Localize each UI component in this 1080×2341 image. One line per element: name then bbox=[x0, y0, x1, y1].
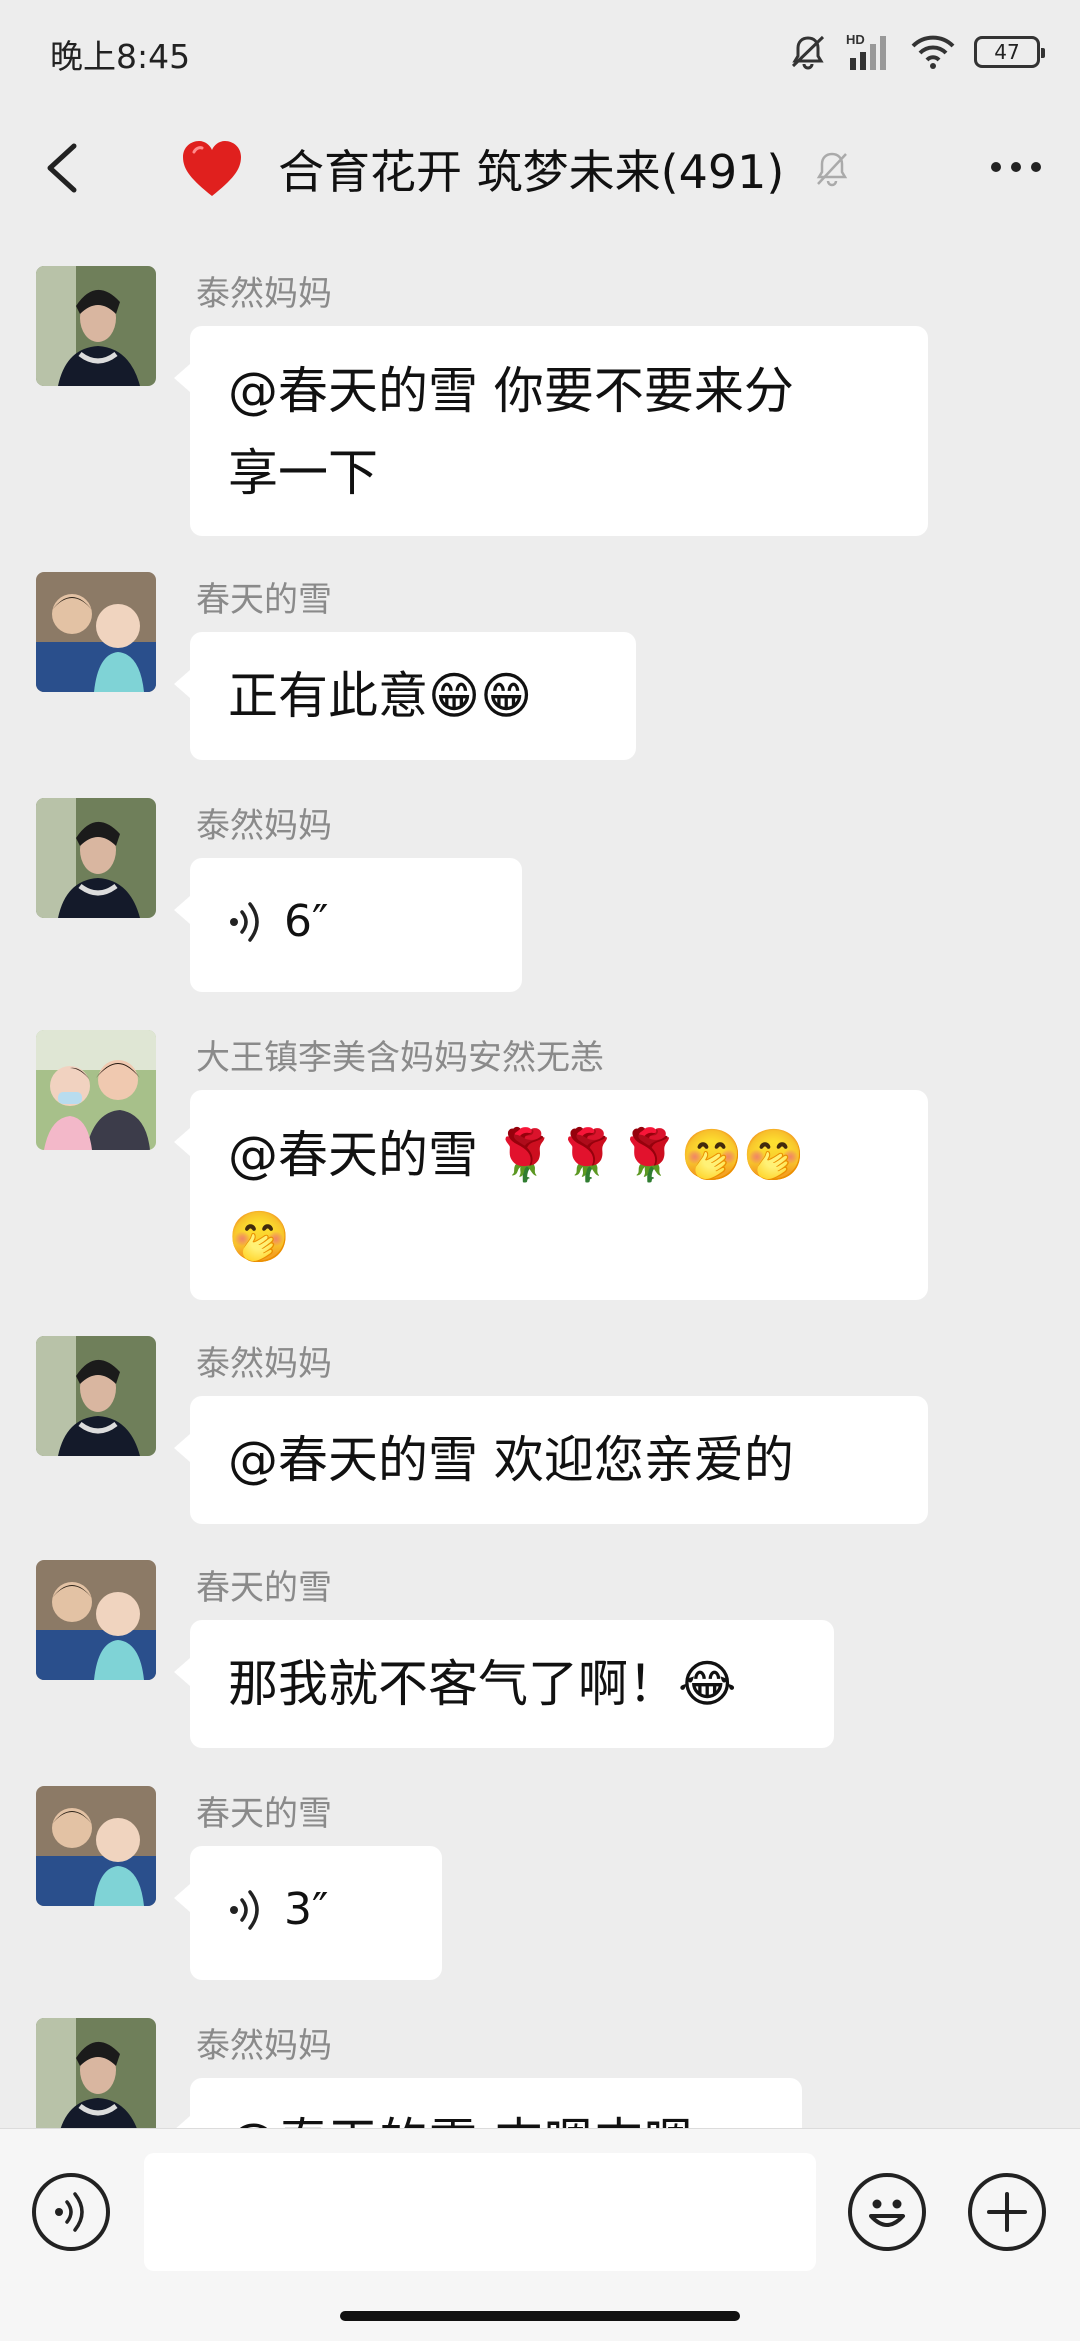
silent-mode-icon bbox=[791, 35, 825, 70]
signal-icon: HD bbox=[846, 32, 886, 70]
mother-child-avatar-image bbox=[36, 1030, 156, 1150]
kids-avatar-image bbox=[36, 572, 156, 692]
avatar[interactable] bbox=[36, 1336, 156, 1456]
message-text-line: 🤭 bbox=[228, 1208, 291, 1266]
chat-header: 合育花开 筑梦未来(491) bbox=[0, 100, 1080, 238]
kids-avatar-image bbox=[36, 1786, 156, 1906]
sender-name: 泰然妈妈 bbox=[196, 2026, 332, 2066]
woman-avatar-image bbox=[36, 1336, 156, 1456]
emoji-icon bbox=[869, 2199, 905, 2227]
voice-input-button[interactable] bbox=[32, 2173, 110, 2251]
woman-avatar-image bbox=[36, 2018, 156, 2138]
voice-duration: 6″ bbox=[284, 896, 329, 947]
sender-name: 泰然妈妈 bbox=[196, 806, 332, 846]
sender-name: 大王镇李美含妈妈安然无恙 bbox=[196, 1038, 604, 1078]
voice-duration: 3″ bbox=[284, 1884, 329, 1935]
chat-title-area[interactable]: 合育花开 筑梦未来(491) bbox=[180, 134, 852, 204]
input-bar bbox=[0, 2128, 1080, 2341]
voice-message-bubble[interactable]: 3″ bbox=[174, 1846, 442, 1980]
status-bar: 晚上8:45 HD 47 bbox=[0, 0, 1080, 100]
message-bubble[interactable]: @春天的雪 🌹🌹🌹🤭🤭 🤭 bbox=[174, 1090, 928, 1300]
sender-name: 春天的雪 bbox=[196, 1568, 332, 1608]
message-bubble[interactable]: 正有此意😁😁 bbox=[174, 632, 636, 760]
avatar[interactable] bbox=[36, 572, 156, 692]
message-bubble[interactable]: @春天的雪 你要不要来分 享一下 bbox=[174, 326, 928, 536]
avatar[interactable] bbox=[36, 798, 156, 918]
sender-name: 春天的雪 bbox=[196, 1794, 332, 1834]
message-text: @春天的雪 欢迎您亲爱的 bbox=[228, 1431, 794, 1489]
message-bubble[interactable]: 那我就不客气了啊！😂 bbox=[174, 1620, 834, 1748]
message-text: 那我就不客气了啊！😂 bbox=[228, 1655, 737, 1713]
battery-indicator: 47 bbox=[974, 36, 1045, 68]
avatar[interactable] bbox=[36, 1560, 156, 1680]
woman-avatar-image bbox=[36, 798, 156, 918]
avatar[interactable] bbox=[36, 2018, 156, 2138]
voice-input-icon bbox=[55, 2192, 84, 2232]
avatar[interactable] bbox=[36, 266, 156, 386]
avatar[interactable] bbox=[36, 1786, 156, 1906]
back-icon[interactable] bbox=[38, 138, 88, 198]
woman-avatar-image bbox=[36, 266, 156, 386]
status-time: 晚上8:45 bbox=[50, 37, 191, 76]
more-icon[interactable] bbox=[986, 152, 1046, 182]
emoji-button[interactable] bbox=[848, 2173, 926, 2251]
plus-icon bbox=[987, 2192, 1027, 2232]
mute-bell-icon bbox=[817, 152, 848, 187]
battery-level: 47 bbox=[994, 40, 1020, 64]
message-text-line: @春天的雪 你要不要来分 bbox=[228, 362, 794, 420]
message-bubble[interactable]: @春天的雪 欢迎您亲爱的 bbox=[174, 1396, 928, 1524]
status-icons: HD 47 bbox=[788, 30, 1045, 74]
svg-text:HD: HD bbox=[846, 32, 865, 47]
message-text-line: @春天的雪 🌹🌹🌹🤭🤭 bbox=[228, 1126, 806, 1184]
wifi-icon bbox=[911, 35, 955, 69]
sender-name: 泰然妈妈 bbox=[196, 1344, 332, 1384]
sender-name: 春天的雪 bbox=[196, 580, 332, 620]
message-input[interactable] bbox=[144, 2153, 816, 2271]
plus-button[interactable] bbox=[968, 2173, 1046, 2251]
chat-title: 合育花开 筑梦未来(491) bbox=[278, 145, 785, 199]
voice-wave-icon bbox=[230, 1890, 259, 1930]
kids-avatar-image bbox=[36, 1560, 156, 1680]
message-text-line: 享一下 bbox=[228, 444, 378, 502]
message-text: 正有此意😁😁 bbox=[228, 667, 533, 725]
voice-wave-icon bbox=[230, 902, 259, 942]
heart-icon bbox=[183, 141, 241, 196]
home-indicator[interactable] bbox=[340, 2311, 740, 2321]
voice-message-bubble[interactable]: 6″ bbox=[174, 858, 522, 992]
sender-name: 泰然妈妈 bbox=[196, 274, 332, 314]
avatar[interactable] bbox=[36, 1030, 156, 1150]
